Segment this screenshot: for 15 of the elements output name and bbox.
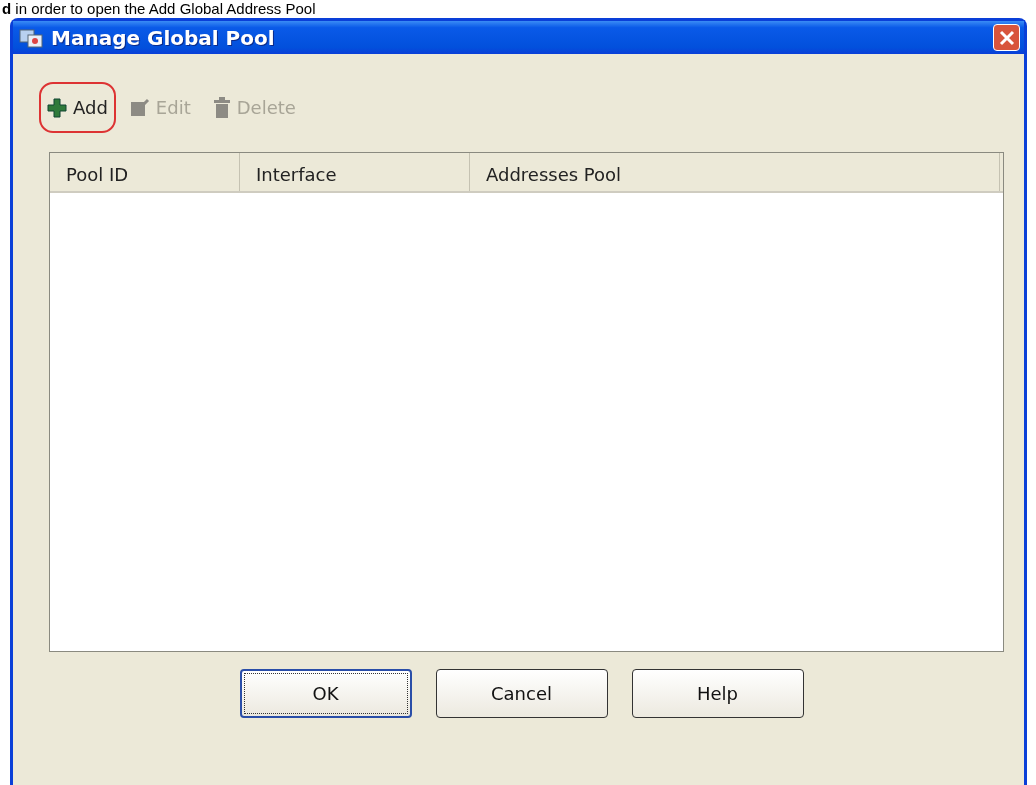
close-icon [998, 29, 1015, 46]
window-title: Manage Global Pool [51, 24, 276, 52]
close-button[interactable] [993, 24, 1020, 51]
column-header[interactable]: Interface [240, 153, 470, 191]
column-header[interactable]: Addresses Pool [470, 153, 1000, 191]
dialog-button[interactable]: Help [631, 669, 804, 718]
column-header[interactable]: Pool ID [50, 153, 240, 191]
plus-icon [47, 97, 67, 118]
trash-can-icon [212, 96, 231, 119]
toolbar-button[interactable]: Add [39, 82, 116, 133]
caption-text: d in order to open the Add Global Address Pool [1, 0, 317, 18]
notepad-pencil-icon [129, 97, 150, 118]
dialog-button[interactable]: Cancel [435, 669, 608, 718]
network-app-icon [19, 26, 43, 49]
dialog-button[interactable]: OK [239, 669, 412, 718]
